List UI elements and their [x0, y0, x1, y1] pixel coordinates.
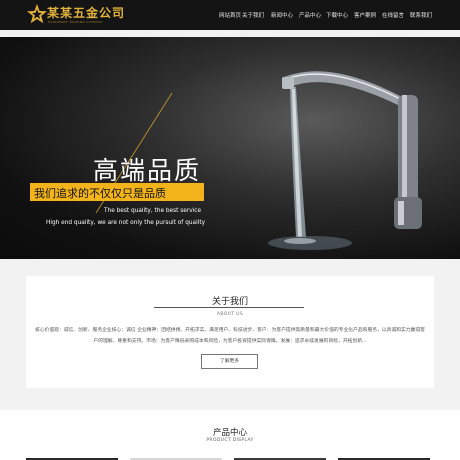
nav-item-contact[interactable]: 联系我们 — [410, 11, 432, 19]
site-logo[interactable]: 某某五金公司 HARDWARE TRADING COMPANY — [26, 3, 126, 27]
about-divider — [154, 307, 304, 308]
banner-english-line1: The best quality, the best service — [104, 208, 202, 214]
nav-item-home[interactable]: 网站首页 — [219, 11, 241, 19]
products-title: 产品中心 — [212, 428, 247, 438]
banner-english-line2: High end quality, we are not only the pu… — [46, 220, 206, 226]
nav-item-cases[interactable]: 客户案例 — [354, 11, 376, 19]
about-title: 关于我们 — [211, 297, 248, 307]
nav-item-message[interactable]: 在线留言 — [382, 11, 404, 19]
products-subtitle: PRODUCT DISPLAY — [206, 438, 254, 443]
nav-item-news[interactable]: 新闻中心 — [271, 11, 293, 19]
nav-item-about[interactable]: 关于我们 — [242, 11, 264, 19]
about-section: 关于我们 ABOUT US 核心价值观：诚信、创新、服务企业核心：诚信 企业精神… — [26, 276, 434, 388]
hero-banner[interactable]: 高端品质 我们追求的不仅仅只是品质 The best quality, the … — [0, 37, 460, 259]
products-section: 产品中心 PRODUCT DISPLAY — [0, 410, 460, 460]
banner-tagline: 我们追求的不仅仅只是品质 — [34, 187, 166, 200]
logo-subtitle: HARDWARE TRADING COMPANY — [48, 20, 104, 24]
banner-headline: 高端品质 — [93, 156, 202, 185]
site-header: 某某五金公司 HARDWARE TRADING COMPANY 网站首页 关于我… — [0, 0, 460, 30]
about-text: 核心价值观：诚信、创新、服务企业核心：诚信 企业精神：团结拼搏、开拓求实、满足用… — [34, 328, 426, 344]
nav-item-products[interactable]: 产品中心 — [299, 11, 321, 19]
learn-more-button[interactable]: 了解更多 — [201, 354, 258, 369]
logo-title: 某某五金公司 — [47, 6, 126, 20]
star-logo-icon — [27, 4, 47, 24]
nav-item-downloads[interactable]: 下载中心 — [326, 11, 348, 19]
about-subtitle: ABOUT US — [216, 312, 244, 317]
